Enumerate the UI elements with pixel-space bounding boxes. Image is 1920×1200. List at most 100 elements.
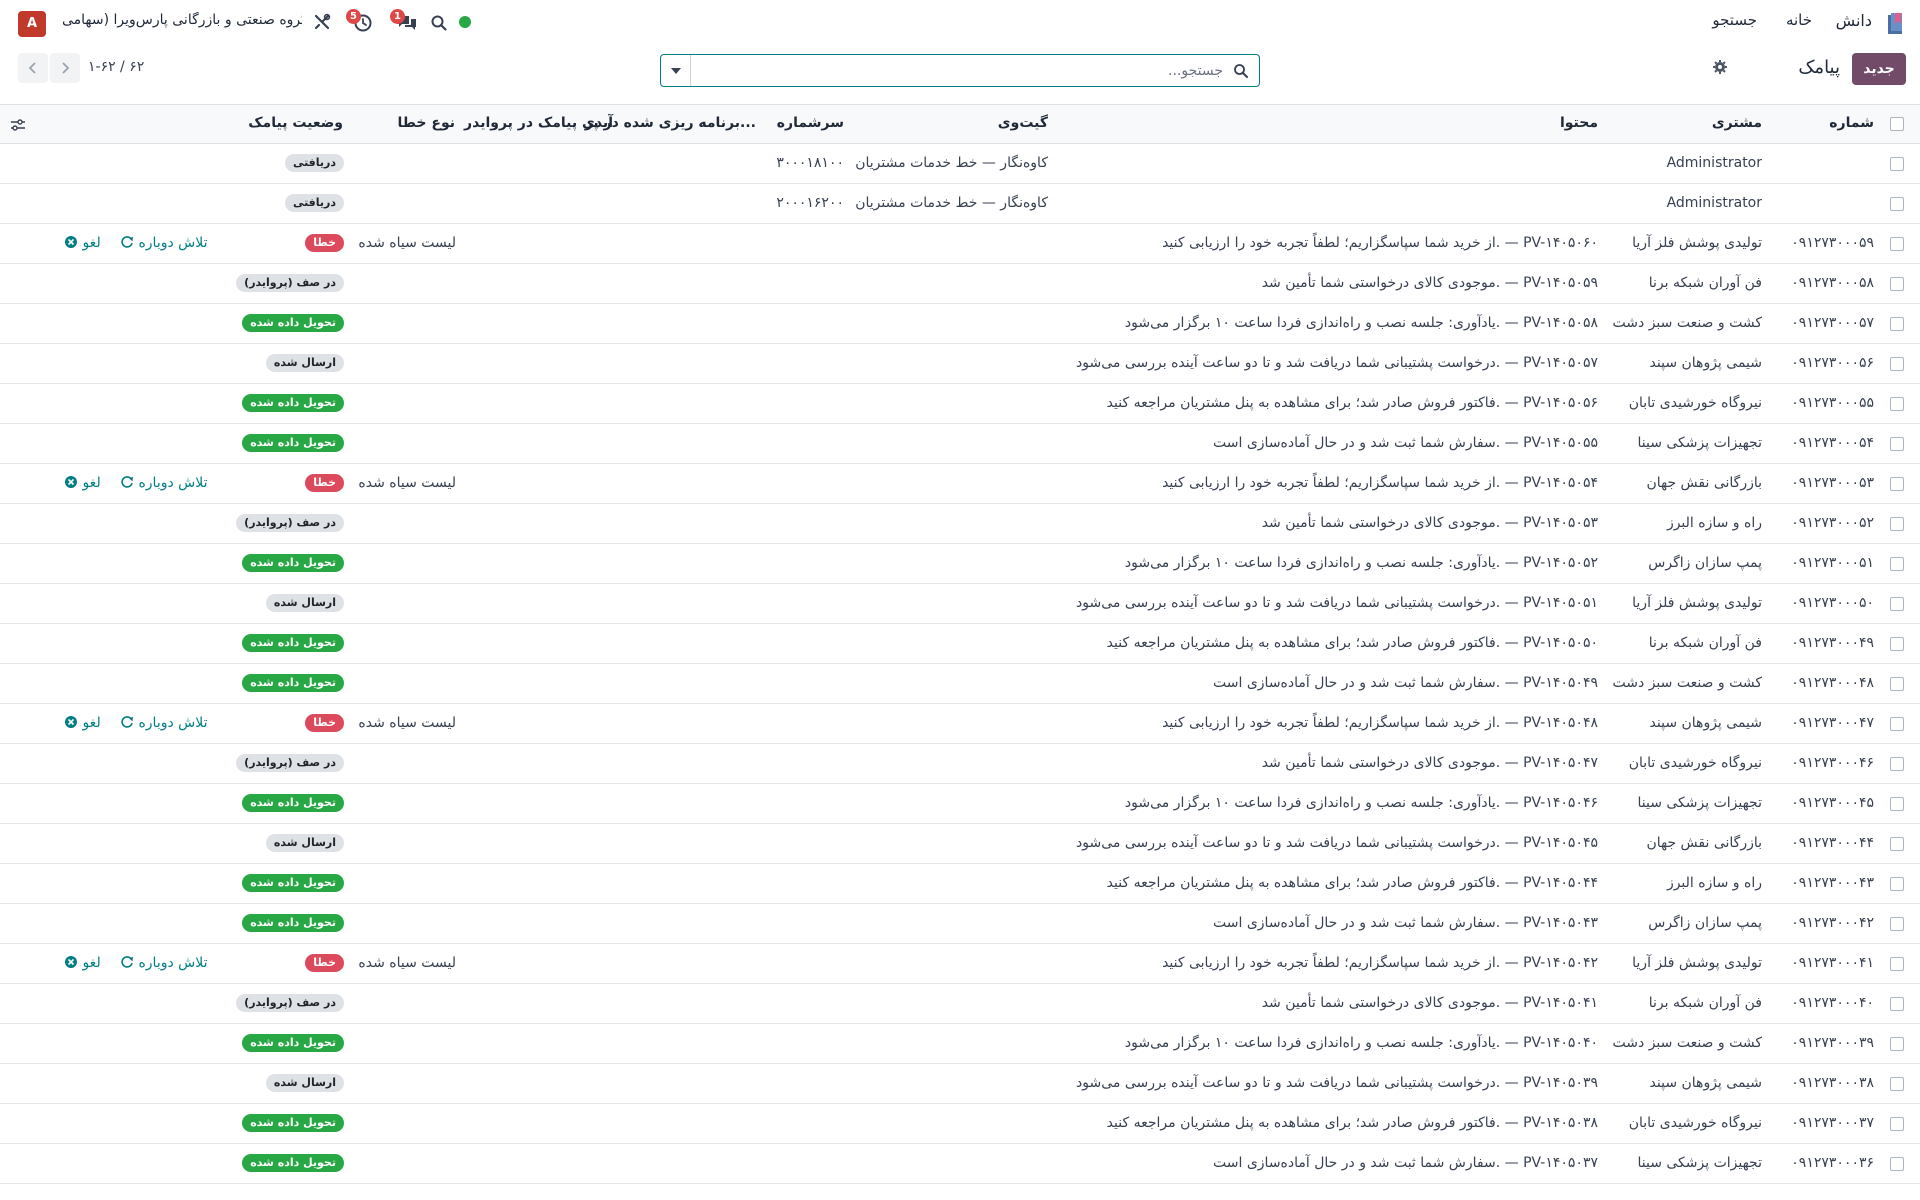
row-checkbox[interactable] [1890, 837, 1904, 851]
row-checkbox[interactable] [1890, 997, 1904, 1011]
pager-value[interactable]: ۱-۶۲ / ۶۲ [88, 59, 144, 75]
status-badge: تحویل داده شده [242, 314, 344, 332]
row-checkbox[interactable] [1890, 677, 1904, 691]
row-checkbox[interactable] [1890, 557, 1904, 571]
search-options-toggle[interactable] [661, 55, 691, 86]
column-header-status[interactable]: وضعیت پیامک [248, 115, 343, 131]
row-checkbox[interactable] [1890, 477, 1904, 491]
table-row[interactable]: ۰۹۱۲۷۳۰۰۰۵۴ تجهیزات پزشکی سینا سفارش شما… [0, 424, 1920, 464]
cancel-label: لغو [82, 715, 101, 731]
table-row[interactable]: ۰۹۱۲۷۳۰۰۰۴۴ بازرگانی نقش جهان درخواست پش… [0, 824, 1920, 864]
new-record-button[interactable]: جدید [1852, 53, 1906, 85]
cell-number: ۰۹۱۲۷۳۰۰۰۵۱ [1791, 555, 1874, 571]
table-row[interactable]: ۰۹۱۲۷۳۰۰۰۴۷ شیمی پژوهان سپند از خرید شما… [0, 704, 1920, 744]
retry-button[interactable]: تلاش دوباره [120, 475, 208, 491]
search-icon[interactable] [430, 12, 448, 32]
cell-number: ۰۹۱۲۷۳۰۰۰۵۹ [1791, 235, 1874, 251]
row-checkbox[interactable] [1890, 357, 1904, 371]
column-header-provider-id[interactable]: آیدی پیامک در پروایدر [464, 115, 613, 131]
table-row[interactable]: ۰۹۱۲۷۳۰۰۰۵۳ بازرگانی نقش جهان از خرید شم… [0, 464, 1920, 504]
table-row[interactable]: ۰۹۱۲۷۳۰۰۰۵۲ راه و سازه البرز موجودی کالا… [0, 504, 1920, 544]
cancel-label: لغو [82, 955, 101, 971]
row-checkbox[interactable] [1890, 437, 1904, 451]
table-row[interactable]: ۰۹۱۲۷۳۰۰۰۵۹ تولیدی پوشش فلز آریا از خرید… [0, 224, 1920, 264]
table-row[interactable]: ۰۹۱۲۷۳۰۰۰۴۳ راه و سازه البرز فاکتور فروش… [0, 864, 1920, 904]
column-header-number[interactable]: شماره [1829, 115, 1874, 131]
table-row[interactable]: ۰۹۱۲۷۳۰۰۰۴۶ نیروگاه خورشیدی تابان موجودی… [0, 744, 1920, 784]
table-row[interactable]: Administrator کاوه‌نگار — خط خدمات مشتری… [0, 144, 1920, 184]
status-badge: ارسال شده [265, 1074, 344, 1092]
retry-button[interactable]: تلاش دوباره [120, 715, 208, 731]
row-checkbox[interactable] [1890, 397, 1904, 411]
column-header-gateway[interactable]: گیت‌وی [998, 115, 1048, 131]
company-switcher[interactable]: گروه صنعتی و بازرگانی پارس‌ویرا (سهامی .… [62, 12, 302, 28]
table-row[interactable]: ۰۹۱۲۷۳۰۰۰۵۱ پمپ سازان زاگرس یادآوری: جلس… [0, 544, 1920, 584]
status-badge: تحویل داده شده [242, 914, 344, 932]
status-badge: تحویل داده شده [242, 794, 344, 812]
table-row[interactable]: ۰۹۱۲۷۳۰۰۰۴۱ تولیدی پوشش فلز آریا از خرید… [0, 944, 1920, 984]
status-badge: خطا [305, 714, 344, 732]
cell-gateway: کاوه‌نگار — خط خدمات مشتریان [855, 195, 1048, 211]
table-row[interactable]: ۰۹۱۲۷۳۰۰۰۳۹ کشت و صنعت سبز دشت یادآوری: … [0, 1024, 1920, 1064]
row-checkbox[interactable] [1890, 317, 1904, 331]
cancel-button[interactable]: لغو [64, 955, 101, 971]
user-avatar[interactable]: A [18, 11, 46, 37]
table-row[interactable]: ۰۹۱۲۷۳۰۰۰۳۶ تجهیزات پزشکی سینا سفارش شما… [0, 1144, 1920, 1184]
row-checkbox[interactable] [1890, 197, 1904, 211]
gear-icon[interactable] [1712, 59, 1728, 75]
row-checkbox[interactable] [1890, 1117, 1904, 1131]
table-row[interactable]: ۰۹۱۲۷۳۰۰۰۳۷ نیروگاه خورشیدی تابان فاکتور… [0, 1104, 1920, 1144]
cell-number: ۰۹۱۲۷۳۰۰۰۴۳ [1791, 875, 1874, 891]
table-row[interactable]: ۰۹۱۲۷۳۰۰۰۵۶ شیمی پژوهان سپند درخواست پشت… [0, 344, 1920, 384]
cancel-button[interactable]: لغو [64, 475, 101, 491]
row-checkbox[interactable] [1890, 797, 1904, 811]
row-checkbox[interactable] [1890, 637, 1904, 651]
column-header-content[interactable]: محتوا [1560, 115, 1598, 131]
nav-menu-search[interactable]: جستجو [1712, 11, 1757, 29]
retry-button[interactable]: تلاش دوباره [120, 235, 208, 251]
optional-columns-icon[interactable] [10, 117, 26, 133]
search-input[interactable] [695, 61, 1223, 81]
table-row[interactable]: ۰۹۱۲۷۳۰۰۰۴۵ تجهیزات پزشکی سینا یادآوری: … [0, 784, 1920, 824]
pager-next-button[interactable] [50, 53, 80, 83]
cell-number: ۰۹۱۲۷۳۰۰۰۵۸ [1791, 275, 1874, 291]
cancel-button[interactable]: لغو [64, 715, 101, 731]
column-header-sender[interactable]: سرشماره [777, 115, 844, 131]
row-checkbox[interactable] [1890, 757, 1904, 771]
column-header-error-type[interactable]: نوع خطا [398, 115, 455, 131]
row-checkbox[interactable] [1890, 237, 1904, 251]
nav-app-name[interactable]: دانش [1836, 11, 1872, 30]
row-checkbox[interactable] [1890, 1157, 1904, 1171]
row-checkbox[interactable] [1890, 277, 1904, 291]
table-row[interactable]: ۰۹۱۲۷۳۰۰۰۵۷ کشت و صنعت سبز دشت یادآوری: … [0, 304, 1920, 344]
column-header-customer[interactable]: مشتری [1712, 115, 1762, 131]
row-checkbox[interactable] [1890, 157, 1904, 171]
table-row[interactable]: ۰۹۱۲۷۳۰۰۰۴۲ پمپ سازان زاگرس سفارش شما ثب… [0, 904, 1920, 944]
table-row[interactable]: ۰۹۱۲۷۳۰۰۰۵۵ نیروگاه خورشیدی تابان فاکتور… [0, 384, 1920, 424]
pager-previous-button[interactable] [18, 53, 48, 83]
table-row[interactable]: ۰۹۱۲۷۳۰۰۰۵۰ تولیدی پوشش فلز آریا درخواست… [0, 584, 1920, 624]
row-checkbox[interactable] [1890, 877, 1904, 891]
table-row[interactable]: ۰۹۱۲۷۳۰۰۰۴۹ فن آوران شبکه برنا فاکتور فر… [0, 624, 1920, 664]
row-checkbox[interactable] [1890, 1037, 1904, 1051]
app-logo-icon[interactable] [1886, 12, 1906, 36]
search-magnifier-icon[interactable] [1233, 63, 1249, 79]
cell-content: یادآوری: جلسه نصب و راه‌اندازی فردا ساعت… [1124, 315, 1598, 331]
table-row[interactable]: ۰۹۱۲۷۳۰۰۰۴۰ فن آوران شبکه برنا موجودی کا… [0, 984, 1920, 1024]
row-checkbox[interactable] [1890, 917, 1904, 931]
table-row[interactable]: ۰۹۱۲۷۳۰۰۰۳۸ شیمی پژوهان سپند درخواست پشت… [0, 1064, 1920, 1104]
retry-button[interactable]: تلاش دوباره [120, 955, 208, 971]
row-checkbox[interactable] [1890, 717, 1904, 731]
row-checkbox[interactable] [1890, 597, 1904, 611]
cancel-button[interactable]: لغو [64, 235, 101, 251]
row-checkbox[interactable] [1890, 517, 1904, 531]
table-row[interactable]: Administrator کاوه‌نگار — خط خدمات مشتری… [0, 184, 1920, 224]
table-row[interactable]: ۰۹۱۲۷۳۰۰۰۴۸ کشت و صنعت سبز دشت سفارش شما… [0, 664, 1920, 704]
table-row[interactable]: ۰۹۱۲۷۳۰۰۰۵۸ فن آوران شبکه برنا موجودی کا… [0, 264, 1920, 304]
tools-icon[interactable] [312, 12, 332, 32]
select-all-checkbox[interactable] [1890, 117, 1904, 131]
nav-menu-home[interactable]: خانه [1786, 11, 1812, 29]
chat-badge: 1 [390, 9, 405, 24]
row-checkbox[interactable] [1890, 957, 1904, 971]
row-checkbox[interactable] [1890, 1077, 1904, 1091]
